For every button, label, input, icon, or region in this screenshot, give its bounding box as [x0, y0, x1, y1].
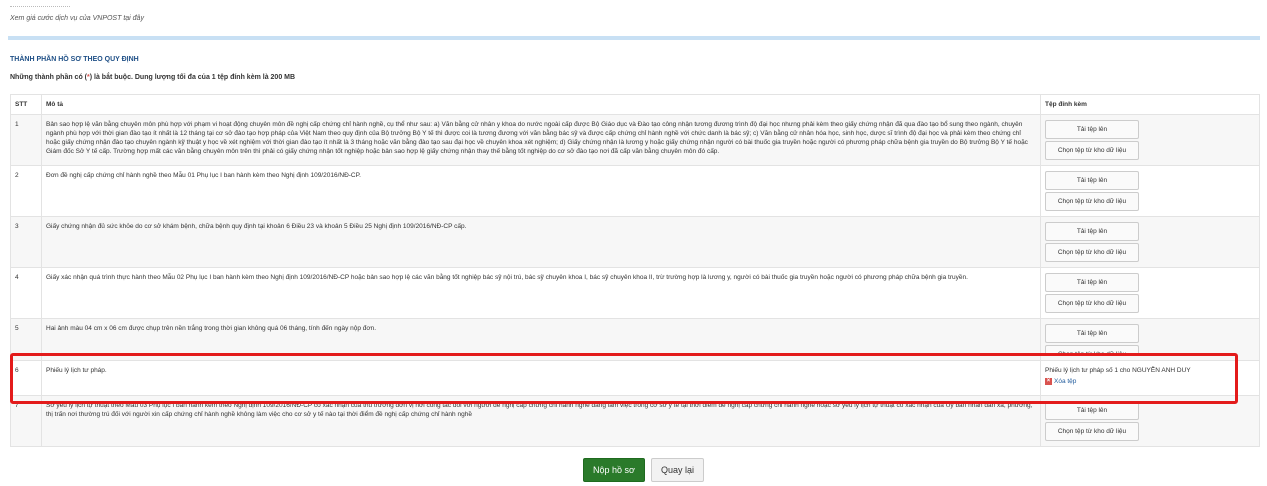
row-file-cell: Tải tệp lên Chọn tệp từ kho dữ liệu [1040, 165, 1260, 217]
upload-button[interactable]: Tải tệp lên [1045, 401, 1139, 420]
upload-button[interactable]: Tải tệp lên [1045, 273, 1139, 292]
delete-file[interactable]: × Xóa tệp [1045, 377, 1255, 386]
choose-from-storage-button[interactable]: Chọn tệp từ kho dữ liệu [1045, 243, 1139, 262]
row-file-cell: Tải tệp lên Chọn tệp từ kho dữ liệu [1040, 267, 1260, 319]
row-stt: 4 [10, 267, 42, 319]
choose-from-storage-button[interactable]: Chọn tệp từ kho dữ liệu [1045, 141, 1139, 160]
row-file-cell: Tải tệp lên Chọn tệp từ kho dữ liệu [1040, 114, 1260, 166]
table-row: 3 Giấy chứng nhận đủ sức khỏe do cơ sở k… [10, 216, 1260, 268]
file-table: STT Mô tả Tệp đính kèm 1 Bản sao hợp lệ … [10, 94, 1260, 447]
choose-from-storage-button[interactable]: Chọn tệp từ kho dữ liệu [1045, 345, 1139, 355]
upload-button[interactable]: Tải tệp lên [1045, 222, 1139, 241]
table-row: 6 Phiếu lý lịch tư pháp. Phiếu lý lịch t… [10, 360, 1260, 396]
row-file-cell: Tải tệp lên Chọn tệp từ kho dữ liệu [1040, 395, 1260, 447]
table-header-row: STT Mô tả Tệp đính kèm [10, 94, 1260, 115]
table-row: 2 Đơn đề nghị cấp chứng chỉ hành nghề th… [10, 165, 1260, 217]
row-stt: 7 [10, 395, 42, 447]
note-prefix: Những thành phần có ( [10, 74, 88, 81]
row-desc: Giấy xác nhận quá trình thực hành theo M… [41, 267, 1041, 319]
choose-from-storage-button[interactable]: Chọn tệp từ kho dữ liệu [1045, 422, 1139, 441]
row-desc: Bản sao hợp lệ văn bằng chuyên môn phù h… [41, 114, 1041, 166]
submit-button[interactable]: Nộp hồ sơ [583, 458, 645, 482]
delete-file-link[interactable]: Xóa tệp [1054, 377, 1076, 386]
table-row: 1 Bản sao hợp lệ văn bằng chuyên môn phù… [10, 114, 1260, 166]
header-desc: Mô tả [41, 94, 1041, 115]
top-faint-text [10, 2, 70, 7]
row-desc: Đơn đề nghị cấp chứng chỉ hành nghề theo… [41, 165, 1041, 217]
row-desc: Hai ảnh màu 04 cm x 06 cm được chụp trên… [41, 318, 1041, 361]
table-row: 4 Giấy xác nhận quá trình thực hành theo… [10, 267, 1260, 319]
form-actions: Nộp hồ sơ Quay lại [583, 458, 704, 482]
upload-button[interactable]: Tải tệp lên [1045, 171, 1139, 190]
section-note: Những thành phần có (*) là bắt buộc. Dun… [10, 74, 295, 81]
note-suffix: ) là bắt buộc. Dung lượng tối đa của 1 t… [89, 74, 296, 81]
choose-from-storage-button[interactable]: Chọn tệp từ kho dữ liệu [1045, 294, 1139, 313]
delete-icon[interactable]: × [1045, 378, 1052, 385]
section-divider [8, 36, 1260, 40]
row-file-cell: Tải tệp lên Chọn tệp từ kho dữ liệu [1040, 318, 1260, 361]
row-file-cell: Phiếu lý lịch tư pháp số 1 cho NGUYỄN AN… [1040, 360, 1260, 396]
choose-from-storage-button[interactable]: Chọn tệp từ kho dữ liệu [1045, 192, 1139, 211]
vnpost-price-link[interactable]: Xem giá cước dịch vụ của VNPOST tại đây [10, 15, 144, 22]
header-file: Tệp đính kèm [1040, 94, 1260, 115]
row-stt: 5 [10, 318, 42, 361]
back-button[interactable]: Quay lại [650, 458, 704, 482]
row-stt: 2 [10, 165, 42, 217]
attached-file-name: Phiếu lý lịch tư pháp số 1 cho NGUYỄN AN… [1045, 367, 1191, 374]
row-stt: 6 [10, 360, 42, 396]
row-desc: Phiếu lý lịch tư pháp. [41, 360, 1041, 396]
upload-button[interactable]: Tải tệp lên [1045, 324, 1139, 343]
table-row: 5 Hai ảnh màu 04 cm x 06 cm được chụp tr… [10, 318, 1260, 361]
header-stt: STT [10, 94, 42, 115]
row-desc: Giấy chứng nhận đủ sức khỏe do cơ sở khá… [41, 216, 1041, 268]
row-file-cell: Tải tệp lên Chọn tệp từ kho dữ liệu [1040, 216, 1260, 268]
section-title: THÀNH PHẦN HỒ SƠ THEO QUY ĐỊNH [10, 56, 139, 63]
row-desc: Sơ yếu lý lịch tự thuật theo Mẫu 03 Phụ … [41, 395, 1041, 447]
table-row: 7 Sơ yếu lý lịch tự thuật theo Mẫu 03 Ph… [10, 395, 1260, 447]
row-stt: 3 [10, 216, 42, 268]
row-stt: 1 [10, 114, 42, 166]
upload-button[interactable]: Tải tệp lên [1045, 120, 1139, 139]
